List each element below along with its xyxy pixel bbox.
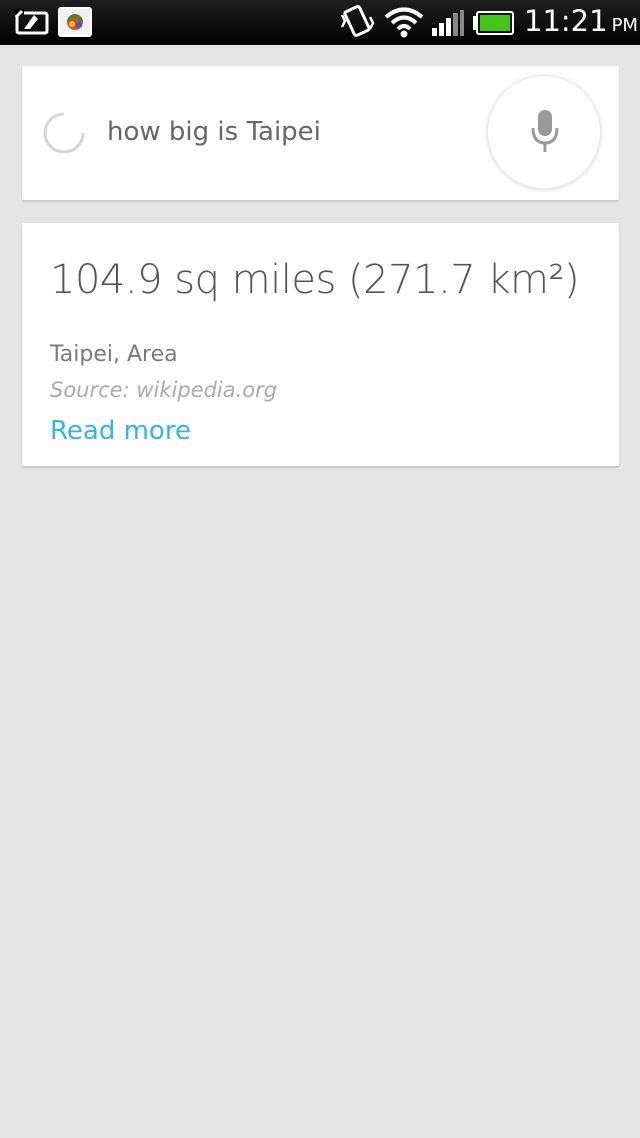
status-bar: 11:21 PM	[0, 0, 640, 45]
screenshot-notification-icon	[14, 9, 49, 35]
voice-search-button[interactable]	[487, 75, 601, 189]
status-ampm: PM	[611, 15, 638, 36]
battery-icon	[473, 11, 514, 35]
microphone-icon	[531, 110, 559, 152]
app-notification-icon	[58, 7, 92, 37]
status-time: 11:21 PM	[524, 4, 638, 38]
loading-spinner-icon	[43, 112, 85, 154]
vibrate-icon	[340, 5, 375, 38]
read-more-link[interactable]: Read more	[50, 416, 191, 446]
answer-label: Taipei, Area	[50, 342, 178, 367]
answer-source: Source: wikipedia.org	[50, 378, 278, 402]
signal-icon	[432, 10, 464, 36]
status-time-value: 11:21	[524, 4, 608, 38]
answer-card: 104.9 sq miles (271.7 km²) Taipei, Area …	[22, 223, 619, 466]
search-query-text[interactable]: how big is Taipei	[107, 117, 321, 147]
wifi-icon	[384, 7, 424, 38]
answer-value: 104.9 sq miles (271.7 km²)	[50, 257, 580, 303]
search-card[interactable]: how big is Taipei	[22, 66, 619, 200]
